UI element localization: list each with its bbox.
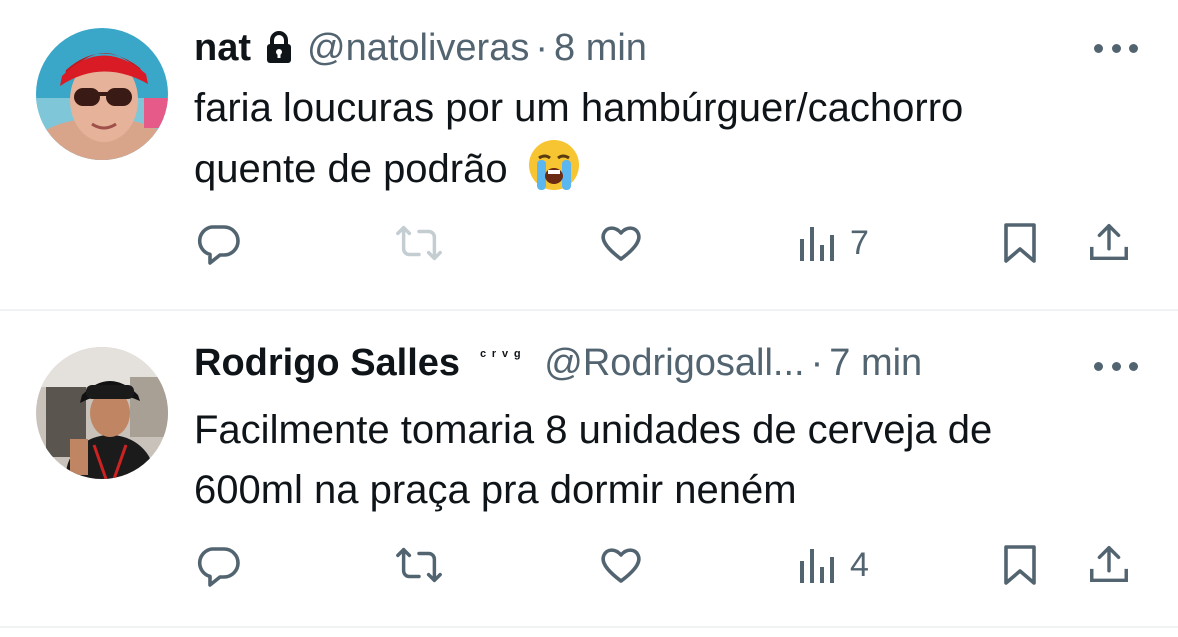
timestamp[interactable]: 7 min (829, 342, 922, 385)
bookmark-icon (1004, 223, 1036, 263)
reply-icon (197, 225, 240, 265)
like-button[interactable] (596, 540, 646, 590)
bookmark-button[interactable] (1000, 218, 1040, 268)
share-button[interactable] (1086, 540, 1132, 590)
avatar[interactable] (36, 347, 168, 479)
bookmark-button[interactable] (1000, 540, 1040, 590)
avatar[interactable] (36, 28, 168, 160)
share-icon (1090, 224, 1128, 261)
tweet-actions: 7 (194, 218, 1144, 268)
retweet-button[interactable] (394, 540, 444, 590)
timestamp[interactable]: 8 min (554, 27, 647, 70)
views-icon (800, 549, 834, 583)
author-name[interactable]: Rodrigo Salles (194, 342, 460, 385)
loudly-crying-face-icon (527, 138, 581, 192)
author-handle[interactable]: @natoliveras (307, 27, 529, 70)
separator-dot: · (535, 27, 548, 69)
author-handle[interactable]: @Rodrigosall... (544, 342, 804, 385)
tweet-text: faria loucuras por um hambúrguer/cachorr… (194, 78, 1138, 199)
heart-icon (601, 226, 641, 261)
retweet-button[interactable] (394, 218, 444, 268)
views-button[interactable]: 7 (798, 218, 869, 268)
bookmark-icon (1004, 545, 1036, 585)
tweet-text-line: Facilmente tomaria 8 unidades de cerveja… (194, 408, 993, 452)
tweet-text: Facilmente tomaria 8 unidades de cerveja… (194, 400, 1138, 520)
separator-dot: · (810, 342, 824, 384)
more-options-icon[interactable] (1094, 36, 1138, 60)
reply-button[interactable] (194, 218, 242, 268)
like-button[interactable] (596, 218, 646, 268)
retweet-icon (396, 547, 442, 583)
share-button[interactable] (1086, 218, 1132, 268)
reply-button[interactable] (194, 540, 242, 590)
tweet-text-line: faria loucuras por um hambúrguer/cachorr… (194, 86, 964, 130)
retweet-icon (396, 225, 442, 261)
divider (0, 626, 1178, 628)
tweet-text-line: 600ml na praça pra dormir neném (194, 468, 797, 512)
views-icon (800, 227, 834, 261)
tweet-actions: 4 (194, 540, 1144, 590)
views-count: 4 (850, 545, 869, 584)
author-name[interactable]: nat (194, 27, 251, 70)
views-button[interactable]: 4 (798, 540, 869, 590)
more-options-icon[interactable] (1094, 354, 1138, 378)
share-icon (1090, 546, 1128, 583)
divider (0, 309, 1178, 311)
tweet-header: Rodrigo Salles ᶜʳᵛᵍ @Rodrigosall... · 7 … (194, 342, 1138, 390)
heart-icon (601, 548, 641, 583)
tweet-header: nat @natoliveras · 8 min (194, 26, 1138, 74)
tweet[interactable]: Rodrigo Salles ᶜʳᵛᵍ @Rodrigosall... · 7 … (0, 312, 1178, 626)
author-badge: ᶜʳᵛᵍ (480, 348, 527, 365)
tweet[interactable]: nat @natoliveras · 8 min faria loucuras … (0, 0, 1178, 310)
views-count: 7 (850, 223, 869, 262)
lock-icon (265, 30, 293, 64)
tweet-text-line: quente de podrão (194, 147, 508, 191)
reply-icon (197, 547, 240, 587)
